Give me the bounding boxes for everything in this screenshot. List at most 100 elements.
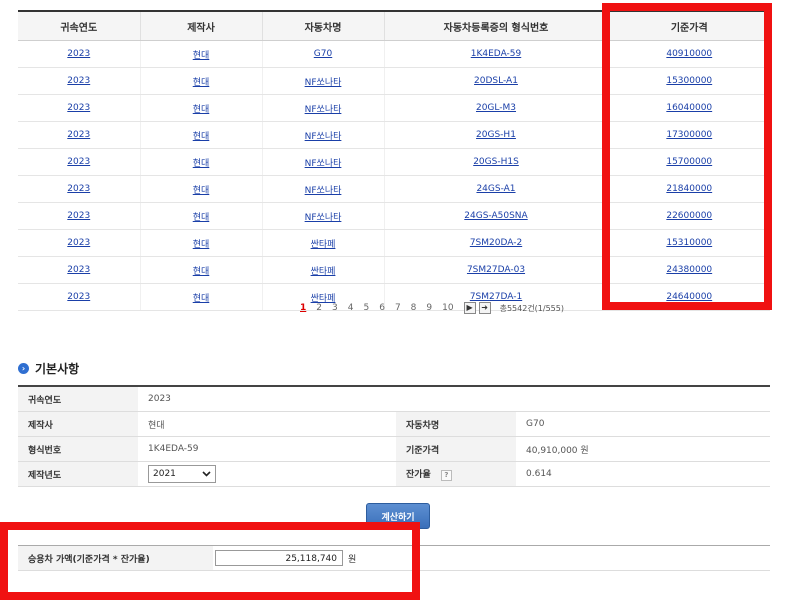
type-number-cell: 7SM27DA-03 (383, 256, 608, 284)
table-row: 2023 현대 싼타페 7SM27DA-03 24380000 (18, 256, 770, 284)
maker-link[interactable]: 현대 (193, 105, 210, 115)
page-link-3[interactable]: 3 (332, 303, 338, 313)
year-link[interactable]: 2023 (67, 76, 90, 86)
year-cell: 2023 (18, 175, 140, 203)
year-link[interactable]: 2023 (67, 265, 90, 275)
base-price-cell: 15310000 (607, 229, 770, 257)
maker-link[interactable]: 현대 (193, 78, 210, 88)
year-cell: 2023 (18, 40, 140, 68)
base-price-cell: 40910000 (607, 40, 770, 68)
base-price-link[interactable]: 24640000 (666, 292, 712, 302)
page-link-5[interactable]: 5 (363, 303, 369, 313)
maker-cell: 현대 (139, 256, 262, 284)
year-link[interactable]: 2023 (67, 130, 90, 140)
page-link-2[interactable]: 2 (316, 303, 322, 313)
year-link[interactable]: 2023 (67, 238, 90, 248)
base-price-cell: 15700000 (607, 148, 770, 176)
base-price-link[interactable]: 16040000 (666, 103, 712, 113)
base-price-link[interactable]: 15300000 (666, 76, 712, 86)
type-number-link[interactable]: 20GL-M3 (476, 103, 516, 113)
type-number-cell: 24GS-A50SNA (383, 202, 608, 230)
type-number-link[interactable]: 20DSL-A1 (474, 76, 518, 86)
help-icon[interactable]: ? (440, 470, 452, 481)
residual-rate-label-cell: 잔가율? (396, 461, 516, 487)
base-price-cell: 22600000 (607, 202, 770, 230)
year-link[interactable]: 2023 (67, 292, 90, 302)
type-number-cell: 20GL-M3 (383, 94, 608, 122)
type-number-link[interactable]: 24GS-A1 (476, 184, 515, 194)
arrow-circle-icon: › (18, 363, 29, 374)
base-price-cell: 24640000 (607, 283, 770, 311)
maker-link[interactable]: 현대 (193, 186, 210, 196)
year-link[interactable]: 2023 (67, 184, 90, 194)
maker-link[interactable]: 현대 (193, 51, 210, 61)
info-row: 제작년도 2021 잔가율? 0.614 (18, 461, 770, 487)
base-price-cell: 24380000 (607, 256, 770, 284)
year-cell: 2023 (18, 229, 140, 257)
table-row: 2023 현대 싼타페 7SM20DA-2 15310000 (18, 229, 770, 257)
header-type-number: 자동차등록증의 형식번호 (383, 10, 608, 41)
year-link[interactable]: 2023 (67, 103, 90, 113)
car-name-link[interactable]: NF쏘나타 (305, 159, 342, 169)
year-cell: 2023 (18, 202, 140, 230)
type-number-link[interactable]: 20GS-H1 (476, 130, 516, 140)
section-title-text: 기본사항 (35, 362, 80, 376)
maker-link[interactable]: 현대 (193, 213, 210, 223)
type-number-link[interactable]: 24GS-A50SNA (464, 211, 527, 221)
page-link-10[interactable]: 10 (442, 303, 453, 313)
page-link-7[interactable]: 7 (395, 303, 401, 313)
table-row: 2023 현대 NF쏘나타 20DSL-A1 15300000 (18, 67, 770, 95)
calculate-button[interactable]: 계산하기 (366, 503, 430, 529)
pagination: 1 2 3 4 5 6 7 8 9 10 ▶ ➜ 총5542건(1/555) (300, 301, 564, 315)
car-name-cell: NF쏘나타 (261, 94, 384, 122)
year-link[interactable]: 2023 (67, 49, 90, 59)
base-price-label: 기준가격 (396, 436, 516, 462)
maker-link[interactable]: 현대 (193, 267, 210, 277)
base-price-link[interactable]: 22600000 (666, 211, 712, 221)
type-number-link[interactable]: 7SM20DA-2 (470, 238, 522, 248)
maker-link[interactable]: 현대 (193, 132, 210, 142)
base-price-cell: 15300000 (607, 67, 770, 95)
last-page-button[interactable]: ➜ (478, 302, 491, 314)
page-link-4[interactable]: 4 (348, 303, 354, 313)
maker-cell: 현대 (139, 94, 262, 122)
car-name-link[interactable]: NF쏘나타 (305, 132, 342, 142)
type-number-link[interactable]: 1K4EDA-59 (471, 49, 521, 59)
base-price-link[interactable]: 17300000 (666, 130, 712, 140)
year-cell: 2023 (18, 67, 140, 95)
base-price-link[interactable]: 40910000 (666, 49, 712, 59)
car-name-link[interactable]: NF쏘나타 (305, 78, 342, 88)
car-name-link[interactable]: 싼타페 (311, 267, 336, 277)
year-label: 귀속연도 (18, 386, 138, 412)
maker-link[interactable]: 현대 (193, 240, 210, 250)
chevron-down-icon (202, 471, 211, 477)
car-name-link[interactable]: NF쏘나타 (305, 213, 342, 223)
base-price-link[interactable]: 15310000 (666, 238, 712, 248)
page-link-8[interactable]: 8 (411, 303, 417, 313)
base-price-link[interactable]: 15700000 (666, 157, 712, 167)
car-name-link[interactable]: G70 (314, 49, 332, 59)
manufacture-year-select[interactable]: 2021 (148, 465, 216, 483)
maker-link[interactable]: 현대 (193, 159, 210, 169)
car-name-link[interactable]: 싼타페 (311, 240, 336, 250)
page-link-9[interactable]: 9 (426, 303, 432, 313)
year-link[interactable]: 2023 (67, 157, 90, 167)
type-number-link[interactable]: 7SM27DA-03 (467, 265, 525, 275)
type-number-cell: 7SM20DA-2 (383, 229, 608, 257)
total-count: 총5542건(1/555) (499, 303, 564, 313)
result-value-field[interactable]: 25,118,740 (215, 550, 343, 566)
next-page-button[interactable]: ▶ (463, 302, 476, 314)
car-name-link[interactable]: NF쏘나타 (305, 186, 342, 196)
header-car-name: 자동차명 (261, 10, 384, 41)
result-unit: 원 (348, 554, 357, 565)
base-price-link[interactable]: 24380000 (666, 265, 712, 275)
page-link-1[interactable]: 1 (300, 303, 306, 313)
page-link-6[interactable]: 6 (379, 303, 385, 313)
year-link[interactable]: 2023 (67, 211, 90, 221)
year-cell: 2023 (18, 121, 140, 149)
type-number-link[interactable]: 20GS-H1S (473, 157, 519, 167)
maker-link[interactable]: 현대 (193, 294, 210, 304)
page-links: 1 2 3 4 5 6 7 8 9 10 (300, 303, 464, 313)
car-name-link[interactable]: NF쏘나타 (305, 105, 342, 115)
base-price-link[interactable]: 21840000 (666, 184, 712, 194)
